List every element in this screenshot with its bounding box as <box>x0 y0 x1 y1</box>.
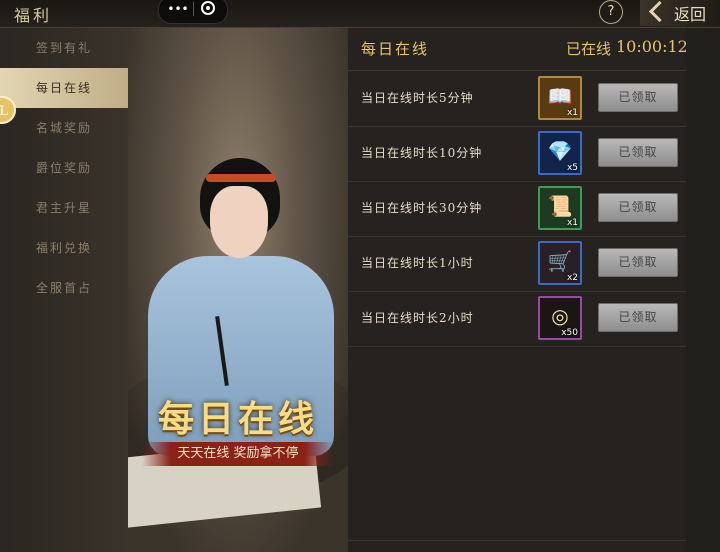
item-quantity: x1 <box>566 218 578 228</box>
reward-row: 当日在线时长1小时 🛒 x2 已领取 <box>348 236 686 292</box>
sidebar-item-lord-star[interactable]: 君主升星 <box>0 188 128 228</box>
mini-program-capsule: ••• <box>158 0 228 24</box>
sidebar-item-signin[interactable]: 签到有礼 <box>0 28 128 68</box>
top-bar: 福利 ••• ? 返回 <box>0 0 720 28</box>
claimed-button[interactable]: 已领取 <box>598 193 678 222</box>
online-time: 10:00:12 <box>616 37 688 56</box>
claimed-button[interactable]: 已领取 <box>598 303 678 332</box>
claimed-button[interactable]: 已领取 <box>598 83 678 112</box>
reward-row: 当日在线时长2小时 ◎ x50 已领取 <box>348 291 686 347</box>
reward-panel: 每日在线 已在线 10:00:12 当日在线时长5分钟 📖 x1 已领取 当日在… <box>348 28 720 552</box>
supply-cart-icon[interactable]: 🛒 x2 <box>538 241 582 285</box>
banner-illustration: 每日在线 天天在线 奖励拿不停 <box>128 28 348 552</box>
reward-row: 当日在线时长30分钟 📜 x1 已领取 <box>348 181 686 237</box>
reward-row-label: 当日在线时长5分钟 <box>361 91 474 105</box>
item-quantity: x1 <box>566 108 578 118</box>
panel-title: 每日在线 <box>361 40 430 58</box>
reward-row: 当日在线时长10分钟 💎 x5 已领取 <box>348 126 686 182</box>
item-quantity: x50 <box>561 328 578 338</box>
page-title: 福利 <box>14 6 53 25</box>
claimed-button[interactable]: 已领取 <box>598 138 678 167</box>
banner-subtitle: 天天在线 奖励拿不停 <box>177 446 299 461</box>
reward-row-label: 当日在线时长1小时 <box>361 256 474 270</box>
coin-glyph: ◎ <box>551 304 569 328</box>
back-arrow-icon <box>648 0 671 23</box>
panel-bottom-divider <box>348 540 686 541</box>
reward-row: 当日在线时长5分钟 📖 x1 已领取 <box>348 71 686 127</box>
back-label: 返回 <box>674 5 707 24</box>
banner-title: 每日在线 <box>157 399 318 440</box>
help-button[interactable]: ? <box>599 0 623 24</box>
reward-row-label: 当日在线时长10分钟 <box>361 146 483 160</box>
sidebar-item-server-first[interactable]: 全服首占 <box>0 268 128 308</box>
more-dots-icon[interactable]: ••• <box>165 3 191 15</box>
capsule-divider <box>193 2 194 16</box>
panel-right-gutter <box>686 28 720 552</box>
sidebar-item-rank-reward[interactable]: 爵位奖励 <box>0 148 128 188</box>
back-button[interactable]: 返回 <box>640 0 720 26</box>
supply-cart-glyph: 🛒 <box>547 249 573 273</box>
sidebar-item-city-reward[interactable]: 名城奖励 <box>0 108 128 148</box>
scroll-chest-icon[interactable]: 📜 x1 <box>538 186 582 230</box>
character-face <box>210 186 268 258</box>
character-ribbon <box>206 174 276 182</box>
reward-row-label: 当日在线时长2小时 <box>361 311 474 325</box>
item-quantity: x5 <box>566 163 578 173</box>
sidebar: 签到有礼 每日在线 名城奖励 爵位奖励 君主升星 福利兑换 全服首占 <box>0 28 128 552</box>
sidebar-item-daily-online[interactable]: 每日在线 <box>0 68 128 108</box>
claimed-button[interactable]: 已领取 <box>598 248 678 277</box>
sidebar-item-exchange[interactable]: 福利兑换 <box>0 228 128 268</box>
online-label: 已在线 <box>566 40 612 58</box>
gem-pouch-glyph: 💎 <box>547 139 573 163</box>
coin-icon[interactable]: ◎ x50 <box>538 296 582 340</box>
book-glyph: 📖 <box>547 84 573 108</box>
scroll-chest-glyph: 📜 <box>547 194 573 218</box>
gem-pouch-icon[interactable]: 💎 x5 <box>538 131 582 175</box>
reward-row-label: 当日在线时长30分钟 <box>361 201 483 215</box>
panel-header: 每日在线 已在线 10:00:12 <box>348 28 688 71</box>
book-icon[interactable]: 📖 x1 <box>538 76 582 120</box>
close-target-icon[interactable] <box>201 1 215 15</box>
item-quantity: x2 <box>566 273 578 283</box>
